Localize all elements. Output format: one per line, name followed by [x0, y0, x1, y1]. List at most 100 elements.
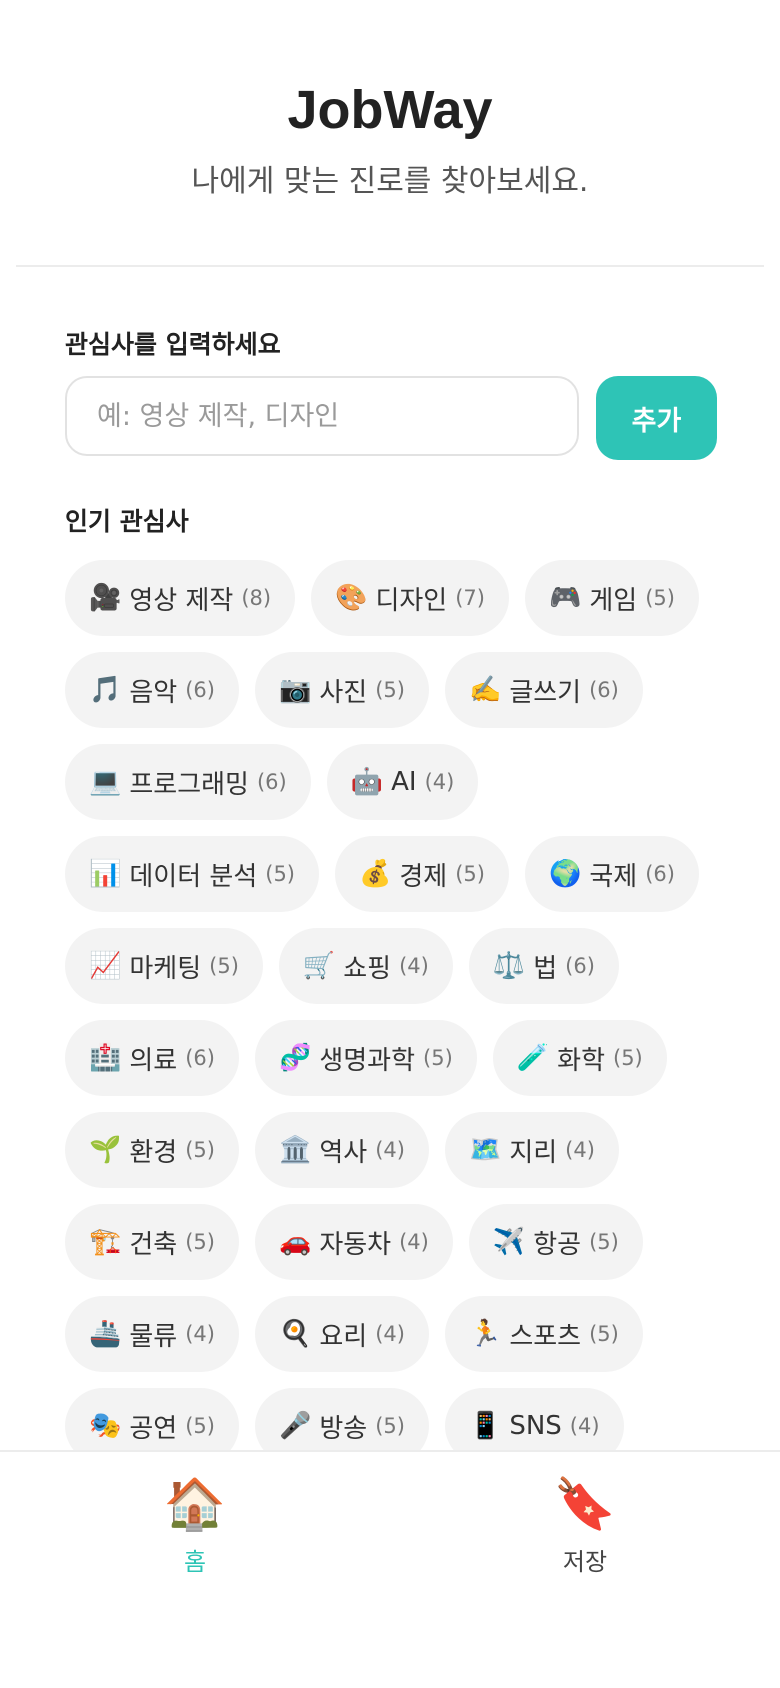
tag-emoji-icon: 💰 — [359, 859, 392, 889]
interest-tag[interactable]: 🏗️ 건축 (5) — [65, 1204, 239, 1280]
header-divider — [16, 265, 764, 267]
interest-tag[interactable]: 🧬 생명과학 (5) — [254, 1020, 477, 1096]
tag-emoji-icon: ✈️ — [492, 1227, 526, 1257]
interest-tag[interactable]: 📷 사진 (5) — [254, 652, 429, 728]
interest-tag[interactable]: 🎵 음악 (6) — [65, 652, 239, 728]
tag-name: 역사 — [319, 1137, 368, 1168]
interest-input-row: 추가 — [65, 376, 717, 460]
tag-name: AI — [391, 767, 417, 797]
tag-emoji-icon: 🚢 — [89, 1319, 122, 1349]
interest-tag[interactable]: 🌍 국제 (6) — [524, 836, 699, 912]
add-interest-button[interactable]: 추가 — [596, 376, 717, 460]
interest-tag[interactable]: 🚗 자동차 (4) — [254, 1204, 453, 1280]
tag-count: (5) — [589, 1230, 619, 1254]
interest-tag[interactable]: 📈 마케팅 (5) — [65, 928, 263, 1004]
interest-tag[interactable]: 🌱 환경 (5) — [65, 1112, 239, 1188]
tag-name: 건축 — [129, 1229, 178, 1260]
tag-count: (4) — [565, 1138, 595, 1162]
tag-name: 항공 — [533, 1229, 582, 1260]
tag-count: (5) — [375, 1414, 405, 1438]
tag-count: (5) — [375, 678, 405, 702]
tag-name: 물류 — [129, 1321, 178, 1352]
interest-tag[interactable]: 🎮 게임 (5) — [524, 560, 699, 636]
tag-emoji-icon: 🗺️ — [468, 1135, 502, 1165]
tag-count: (6) — [589, 678, 619, 702]
tag-name: 지리 — [509, 1137, 558, 1168]
tag-count: (4) — [375, 1138, 405, 1162]
nav-saved[interactable]: 🔖 저장 — [485, 1474, 685, 1577]
tag-name: 사진 — [319, 677, 368, 708]
tag-emoji-icon: 🛒 — [302, 951, 336, 981]
tag-emoji-icon: 🎭 — [89, 1411, 122, 1441]
tag-count: (7) — [455, 586, 485, 610]
tag-emoji-icon: 🚗 — [278, 1227, 312, 1257]
interest-tag[interactable]: 💻 프로그래밍 (6) — [65, 744, 311, 820]
tag-count: (6) — [185, 1046, 215, 1070]
tag-emoji-icon: 📱 — [468, 1411, 502, 1441]
interest-tag[interactable]: 🚢 물류 (4) — [65, 1296, 239, 1372]
interest-tag[interactable]: 🎥 영상 제작 (8) — [65, 560, 296, 636]
interest-tag[interactable]: 📊 데이터 분석 (5) — [65, 836, 319, 912]
tag-count: (5) — [209, 954, 239, 978]
tag-emoji-icon: 🍳 — [278, 1319, 312, 1349]
interest-tag[interactable]: 🏥 의료 (6) — [65, 1020, 239, 1096]
interest-input[interactable] — [65, 376, 579, 456]
tag-name: 마케팅 — [129, 953, 202, 984]
tag-name: 의료 — [129, 1045, 178, 1076]
tag-count: (8) — [241, 586, 272, 610]
tag-name: 방송 — [319, 1413, 368, 1444]
interest-tag[interactable]: ⚖️ 법 (6) — [468, 928, 619, 1004]
popular-interests-label: 인기 관심사 — [65, 507, 189, 536]
tag-emoji-icon: 🤖 — [350, 767, 384, 797]
tag-emoji-icon: 📷 — [278, 675, 312, 705]
interest-tag[interactable]: 🏛️ 역사 (4) — [254, 1112, 429, 1188]
tag-emoji-icon: 🎮 — [548, 583, 582, 613]
interest-tag[interactable]: 🤖 AI (4) — [326, 744, 479, 820]
tag-name: 게임 — [589, 585, 638, 616]
interest-tag[interactable]: 🎨 디자인 (7) — [311, 560, 509, 636]
tag-count: (6) — [256, 770, 287, 794]
tag-name: 디자인 — [375, 585, 448, 616]
interest-tag[interactable]: 🏃 스포츠 (5) — [444, 1296, 643, 1372]
tag-emoji-icon: 🎤 — [278, 1411, 312, 1441]
tag-name: 글쓰기 — [509, 677, 582, 708]
tag-count: (6) — [645, 862, 675, 886]
tag-name: 요리 — [319, 1321, 368, 1352]
interest-section: 관심사를 입력하세요 — [65, 325, 715, 361]
header: JobWay 나에게 맞는 진로를 찾아보세요. — [0, 0, 780, 202]
tag-emoji-icon: 🎵 — [89, 675, 122, 705]
interest-tag[interactable]: 💰 경제 (5) — [335, 836, 509, 912]
tag-count: (5) — [185, 1414, 215, 1438]
tag-count: (5) — [185, 1230, 215, 1254]
tag-name: 데이터 분석 — [129, 861, 258, 892]
interest-tag[interactable]: 🛒 쇼핑 (4) — [278, 928, 453, 1004]
tag-emoji-icon: 💻 — [89, 767, 122, 797]
interest-tag[interactable]: ✍️ 글쓰기 (6) — [444, 652, 643, 728]
interest-tag[interactable]: 🧪 화학 (5) — [492, 1020, 667, 1096]
tag-name: 화학 — [557, 1045, 605, 1076]
tag-count: (5) — [265, 862, 295, 886]
tag-name: 법 — [533, 953, 558, 984]
tag-name: 생명과학 — [319, 1045, 416, 1076]
tag-emoji-icon: 📈 — [89, 951, 122, 981]
tag-emoji-icon: 🌍 — [548, 859, 582, 889]
nav-saved-label: 저장 — [562, 1548, 608, 1576]
tag-emoji-icon: 🎨 — [335, 583, 368, 613]
tag-name: 쇼핑 — [343, 953, 392, 984]
tag-name: 국제 — [589, 861, 638, 892]
popular-section: 인기 관심사 — [65, 502, 715, 538]
nav-home[interactable]: 🏠 홈 — [95, 1474, 295, 1577]
tag-count: (5) — [455, 862, 485, 886]
interest-tag[interactable]: ✈️ 항공 (5) — [468, 1204, 643, 1280]
nav-home-label: 홈 — [183, 1548, 207, 1576]
tag-count: (6) — [185, 678, 215, 702]
bottom-nav: 🏠 홈 🔖 저장 — [0, 1450, 780, 1688]
interest-tag[interactable]: 🗺️ 지리 (4) — [444, 1112, 619, 1188]
tag-emoji-icon: 🎥 — [89, 583, 122, 613]
tag-count: (5) — [645, 586, 675, 610]
tag-count: (5) — [589, 1322, 619, 1346]
tag-emoji-icon: ⚖️ — [492, 951, 526, 981]
tag-name: SNS — [509, 1411, 562, 1441]
interest-tag[interactable]: 🍳 요리 (4) — [254, 1296, 429, 1372]
tag-emoji-icon: 🧬 — [278, 1043, 312, 1073]
